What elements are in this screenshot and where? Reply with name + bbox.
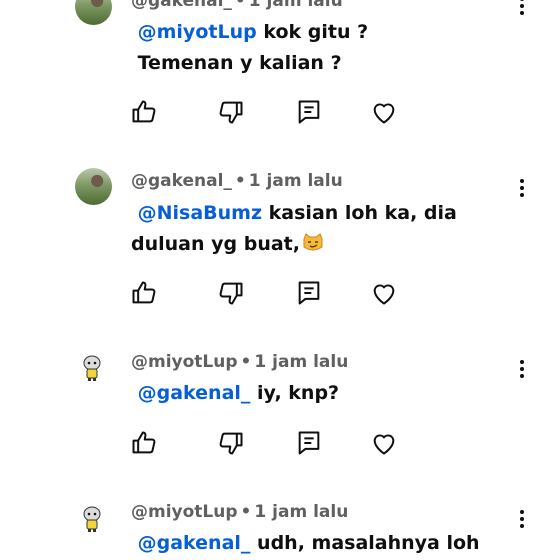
thumbs-down-icon[interactable] [217,429,245,457]
mention-link[interactable]: @miyotLup [138,21,257,43]
comment-meta: @gakenal_ • 1 jam lalu [131,0,343,11]
more-options-icon[interactable] [512,357,532,381]
timestamp: 1 jam lalu [254,352,349,372]
reply-icon[interactable] [295,279,323,307]
comment-meta: @miyotLup • 1 jam lalu [131,502,348,522]
separator-dot: • [234,0,246,11]
reply-icon[interactable] [295,98,323,126]
comment-text-line: udh, masalahnya loh [250,532,480,554]
separator-dot: • [240,352,252,372]
comment-actions [0,279,560,309]
mention-link[interactable]: @gakenal_ [138,382,251,404]
timestamp: 1 jam lalu [248,0,343,11]
avatar[interactable] [80,354,104,382]
avatar[interactable] [75,0,112,25]
separator-dot: • [234,171,246,191]
thumbs-up-icon[interactable] [130,279,158,307]
thumbs-up-icon[interactable] [130,98,158,126]
comment-text: @gakenal_ udh, masalahnya loh [131,528,511,559]
thumbs-down-icon[interactable] [217,279,245,307]
comment-text: @miyotLup kok gitu ? Temenan y kalian ? [131,17,511,79]
author-name[interactable]: @gakenal_ [131,0,232,11]
author-name[interactable]: @miyotLup [131,502,238,522]
more-options-icon[interactable] [512,176,532,200]
comment-text-line: kasian loh ka, dia [262,202,457,224]
timestamp: 1 jam lalu [248,171,343,191]
comment-actions [0,429,560,459]
heart-icon[interactable] [370,429,398,457]
thumbs-down-icon[interactable] [217,98,245,126]
timestamp: 1 jam lalu [254,502,349,522]
comment-text-line: Temenan y kalian ? [137,52,342,74]
comment-meta: @miyotLup • 1 jam lalu [131,352,348,372]
author-name[interactable]: @miyotLup [131,352,238,372]
smirking-cat-emoji [303,233,323,251]
comment-text-line: duluan yg buat, [131,233,300,255]
separator-dot: • [240,502,252,522]
avatar[interactable] [75,168,112,205]
comment-text-line: kok gitu ? [256,21,369,43]
comment-actions [0,98,560,128]
mention-link[interactable]: @NisaBumz [138,202,262,224]
comment-text: @gakenal_ iy, knp? [131,378,511,409]
heart-icon[interactable] [370,279,398,307]
comment-text-line: iy, knp? [250,382,340,404]
more-options-icon[interactable] [512,507,532,531]
mention-link[interactable]: @gakenal_ [138,532,251,554]
comment-meta: @gakenal_ • 1 jam lalu [131,171,343,191]
heart-icon[interactable] [370,98,398,126]
reply-icon[interactable] [295,429,323,457]
comment-text: @NisaBumz kasian loh ka, dia duluan yg b… [131,198,511,260]
author-name[interactable]: @gakenal_ [131,171,232,191]
avatar[interactable] [80,505,104,533]
thumbs-up-icon[interactable] [130,429,158,457]
more-options-icon[interactable] [512,0,532,18]
